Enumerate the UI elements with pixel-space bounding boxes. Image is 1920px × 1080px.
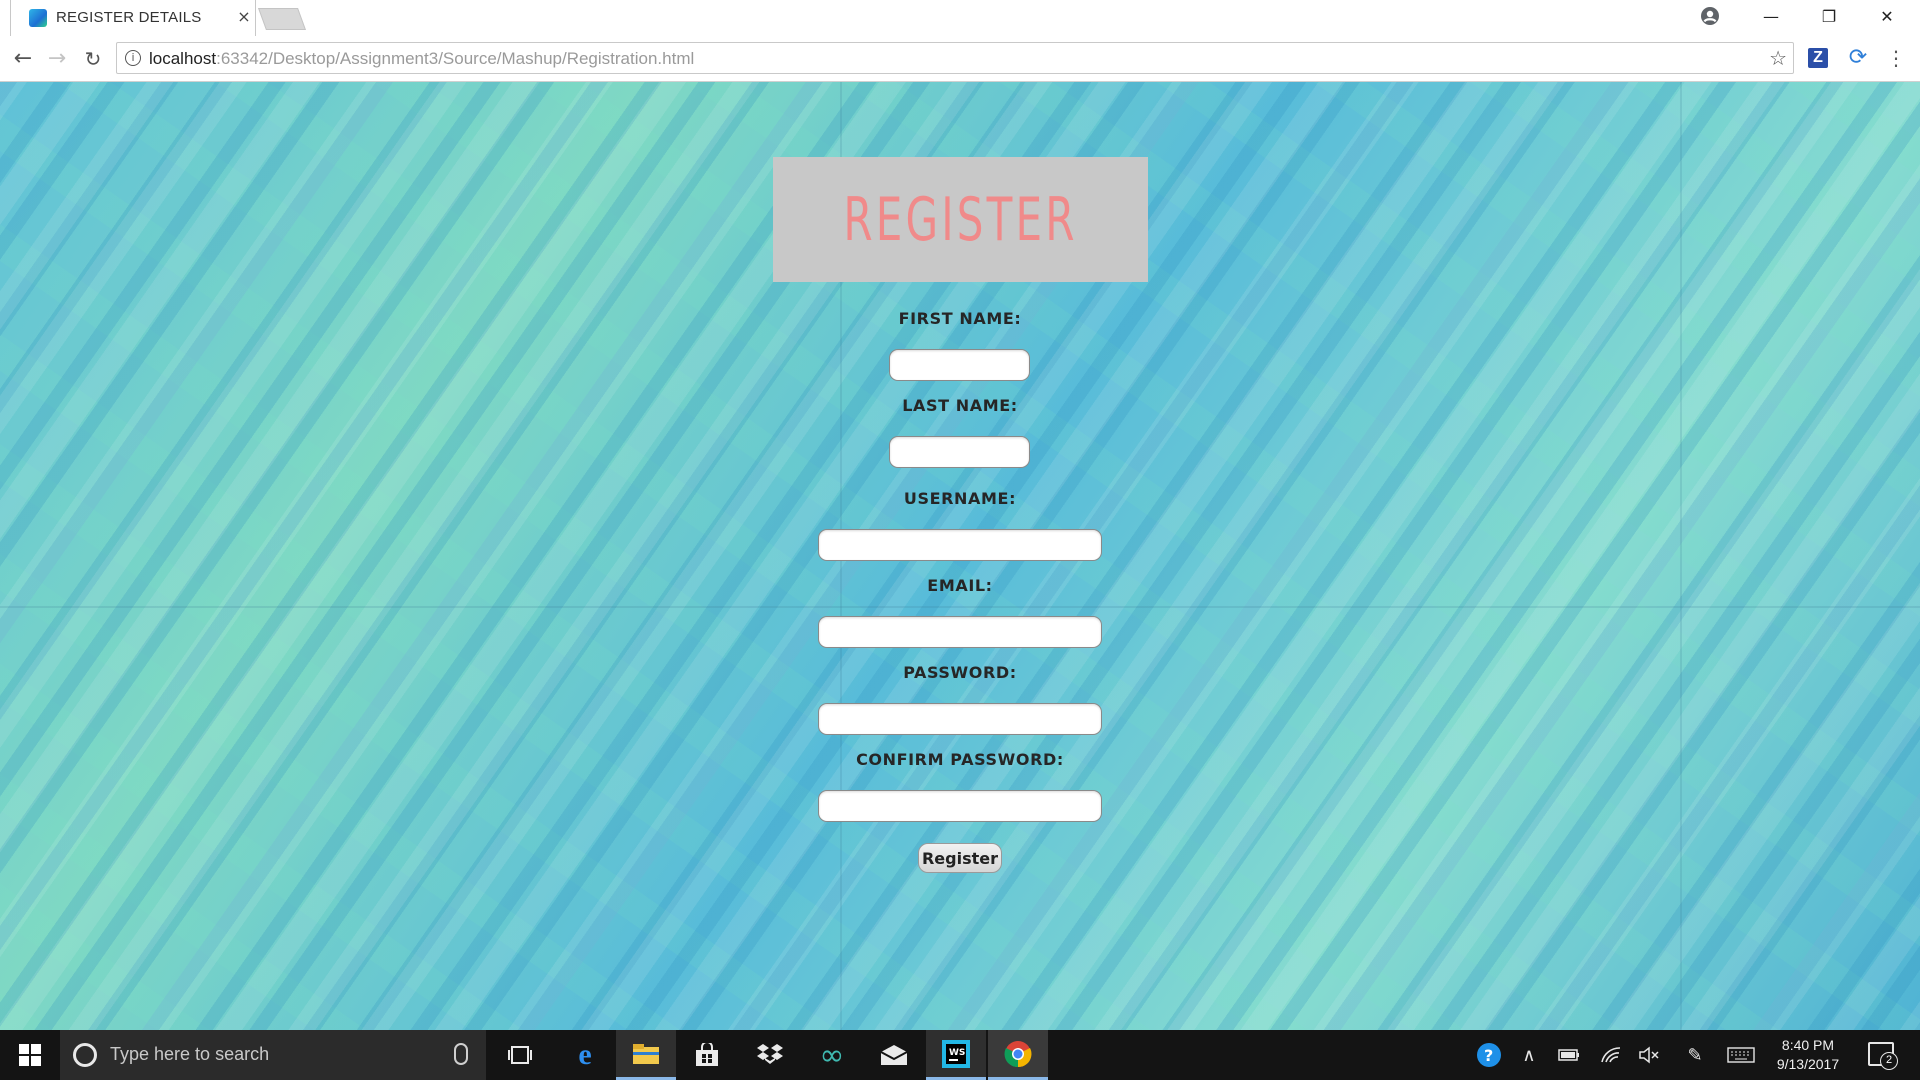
info-icon[interactable]: i — [125, 50, 141, 66]
dropbox-icon[interactable] — [740, 1030, 800, 1080]
wifi-glyph — [1601, 1047, 1621, 1063]
start-button[interactable] — [0, 1030, 60, 1080]
zotero-extension-icon[interactable]: Z — [1808, 48, 1828, 68]
edge-browser-icon[interactable]: e — [555, 1030, 615, 1080]
username-label: USERNAME: — [903, 489, 1017, 508]
reload-icon[interactable]: ↻ — [78, 44, 108, 74]
back-icon[interactable]: ← — [8, 44, 38, 74]
url-text[interactable]: localhost:63342/Desktop/Assignment3/Sour… — [149, 49, 694, 69]
menu-icon[interactable]: ⋮ — [1886, 46, 1906, 70]
sync-extension-icon[interactable]: ⟳ — [1846, 46, 1870, 70]
chrome-glyph — [1004, 1040, 1032, 1067]
windows-taskbar: Type here to search e ∞ WS ? ∧ ✎ 8:40 PM — [0, 1030, 1920, 1080]
browser-toolbar: ← → ↻ i localhost:63342/Desktop/Assignme… — [0, 36, 1920, 82]
first-name-label: FIRST NAME: — [898, 309, 1022, 328]
volume-muted-icon[interactable] — [1636, 1030, 1662, 1080]
register-button[interactable]: Register — [918, 843, 1002, 873]
keyboard-icon[interactable] — [1726, 1030, 1756, 1080]
restore-button[interactable]: ❐ — [1800, 0, 1858, 36]
battery-glyph — [1558, 1049, 1579, 1061]
webstorm-glyph: WS — [942, 1039, 970, 1068]
last-name-label: LAST NAME: — [902, 396, 1018, 415]
confirm-password-field[interactable] — [818, 790, 1102, 822]
microphone-icon[interactable] — [454, 1043, 468, 1065]
url-path: :63342/Desktop/Assignment3/Source/Mashup… — [216, 49, 695, 68]
cortana-icon — [73, 1043, 97, 1067]
profile-icon[interactable] — [1700, 6, 1720, 26]
webstorm-icon[interactable]: WS — [926, 1030, 986, 1080]
bookmark-star-icon[interactable]: ☆ — [1769, 46, 1787, 70]
last-name-field[interactable] — [889, 436, 1030, 468]
task-view-glyph — [508, 1046, 532, 1064]
webstorm-favicon-icon — [29, 9, 47, 27]
store-icon[interactable] — [677, 1030, 737, 1080]
help-icon[interactable]: ? — [1472, 1030, 1506, 1080]
svg-text:?: ? — [1484, 1046, 1493, 1065]
search-placeholder: Type here to search — [110, 1044, 270, 1064]
forward-icon[interactable]: → — [42, 44, 72, 74]
password-label: PASSWORD: — [903, 663, 1017, 682]
page-viewport: REGISTER FIRST NAME: LAST NAME: USERNAME… — [0, 82, 1920, 1030]
minimize-button[interactable]: — — [1742, 0, 1800, 36]
svg-text:WS: WS — [949, 1048, 965, 1058]
mail-icon[interactable] — [864, 1030, 924, 1080]
store-bag-glyph — [696, 1043, 718, 1066]
pen-workspace-icon[interactable]: ✎ — [1682, 1030, 1708, 1080]
clock-time: 8:40 PM — [1781, 1037, 1835, 1053]
tab-title: REGISTER DETAILS — [56, 9, 202, 26]
chrome-icon[interactable] — [988, 1030, 1048, 1080]
email-label: EMAIL: — [927, 576, 993, 595]
taskbar-search[interactable]: Type here to search — [60, 1030, 486, 1080]
keyboard-glyph — [1727, 1047, 1755, 1063]
username-field[interactable] — [818, 529, 1102, 561]
browser-tab[interactable]: REGISTER DETAILS × — [10, 0, 256, 36]
email-field[interactable] — [818, 616, 1102, 648]
folder-glyph — [633, 1043, 659, 1064]
registration-form: FIRST NAME: LAST NAME: USERNAME: EMAIL: … — [0, 82, 1920, 1030]
task-view-icon[interactable] — [490, 1030, 550, 1080]
arduino-icon[interactable]: ∞ — [802, 1030, 862, 1080]
wifi-icon[interactable] — [1598, 1030, 1624, 1080]
chevron-up-icon[interactable]: ∧ — [1516, 1030, 1542, 1080]
first-name-field[interactable] — [889, 349, 1030, 381]
url-host: localhost — [149, 49, 217, 68]
battery-icon[interactable] — [1556, 1030, 1582, 1080]
notification-count-badge: 2 — [1880, 1052, 1898, 1070]
speaker-glyph — [1639, 1046, 1659, 1064]
taskbar-clock[interactable]: 8:40 PM 9/13/2017 — [1760, 1036, 1856, 1074]
dropbox-glyph — [757, 1044, 783, 1064]
address-bar[interactable]: i localhost:63342/Desktop/Assignment3/So… — [116, 42, 1794, 74]
password-field[interactable] — [818, 703, 1102, 735]
clock-date: 9/13/2017 — [1776, 1056, 1840, 1072]
browser-tab-strip: REGISTER DETAILS × — ❐ ✕ — [0, 0, 1920, 36]
envelope-glyph — [880, 1045, 908, 1065]
new-tab-button[interactable] — [257, 8, 307, 30]
file-explorer-icon[interactable] — [616, 1030, 676, 1080]
windows-logo-icon — [19, 1044, 41, 1066]
help-glyph: ? — [1477, 1043, 1501, 1067]
tab-close-icon[interactable]: × — [235, 7, 253, 27]
close-window-button[interactable]: ✕ — [1858, 0, 1916, 36]
confirm-password-label: CONFIRM PASSWORD: — [856, 750, 1064, 769]
